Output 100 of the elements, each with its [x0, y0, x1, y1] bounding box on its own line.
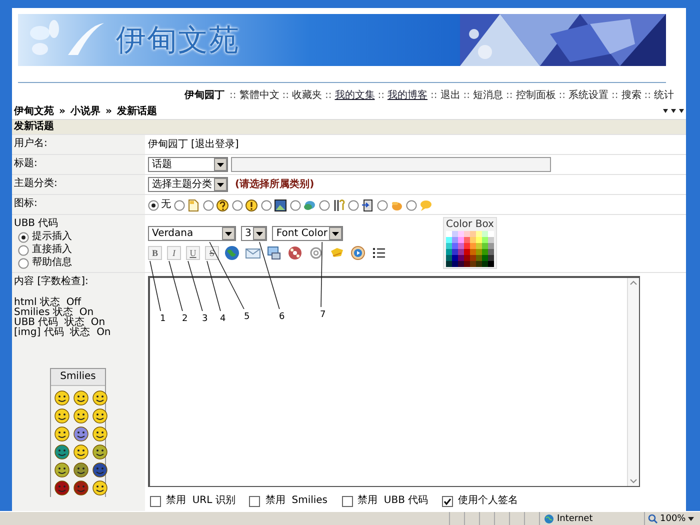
radio-button[interactable] — [18, 232, 29, 242]
status-line: [img] 代码 状态 On — [14, 328, 112, 338]
topic-select[interactable]: 话题 — [148, 157, 228, 172]
smiley-icon[interactable] — [73, 426, 89, 442]
breadcrumb-link[interactable]: 伊甸文苑 — [14, 106, 54, 118]
play-icon[interactable] — [350, 245, 366, 261]
radio-button[interactable] — [18, 244, 29, 256]
at-sign-icon[interactable] — [308, 245, 324, 261]
smiley-icon[interactable] — [73, 408, 89, 424]
smiley-icon[interactable] — [73, 462, 89, 478]
smiley-icon[interactable] — [73, 390, 89, 406]
radio-button[interactable] — [406, 200, 417, 210]
option-label: 禁用 UBB 代码 — [358, 495, 428, 507]
field-label: UBB 代码 — [14, 218, 58, 229]
nav-link[interactable]: 统计 — [654, 90, 674, 102]
smiley-icon[interactable] — [92, 390, 108, 406]
italic-button[interactable]: I — [167, 246, 181, 260]
separator: :: — [325, 90, 332, 102]
chat-icon — [303, 198, 316, 212]
nav-link[interactable]: 退出 — [440, 90, 460, 102]
smiley-icon[interactable] — [92, 426, 108, 442]
security-zone: Internet — [557, 514, 593, 524]
nav-link[interactable]: 控制面板 — [516, 90, 556, 102]
nav-link[interactable]: 我的文集 — [334, 90, 375, 102]
globe-icon[interactable] — [224, 245, 240, 261]
field-label: 内容 — [14, 276, 34, 287]
radio-button[interactable] — [174, 200, 185, 210]
separator: :: — [463, 90, 470, 102]
smiley-icon[interactable] — [92, 444, 108, 460]
zoom-icon[interactable] — [648, 514, 658, 524]
smiley-icon[interactable] — [54, 444, 70, 460]
field-label: 图标: — [14, 198, 38, 209]
smiley-icon[interactable] — [73, 444, 89, 460]
radio-button[interactable] — [232, 200, 243, 210]
nav-link[interactable]: 系统设置 — [568, 90, 608, 102]
smiley-icon[interactable] — [54, 480, 70, 496]
radio-button[interactable] — [377, 200, 388, 210]
status-line: UBB 代码 状态 On — [14, 318, 106, 328]
strike-button[interactable]: S — [205, 246, 219, 260]
field-label: 主题分类: — [14, 178, 58, 189]
option-label: 禁用 URL 识别 — [166, 495, 236, 507]
breadcrumb-separator: » — [105, 106, 112, 118]
caret-icon[interactable] — [688, 517, 694, 521]
radio-button[interactable] — [319, 200, 330, 210]
radio-button[interactable] — [18, 258, 29, 268]
site-logo-title: 伊甸文苑 — [116, 22, 240, 60]
zoom-level[interactable]: 100% — [660, 514, 686, 524]
leader-line — [320, 242, 323, 310]
image-icon — [274, 198, 287, 212]
document-icon — [361, 198, 374, 212]
smiley-icon[interactable] — [54, 408, 70, 424]
section-header: 发新话题 — [12, 119, 686, 134]
smiley-icon[interactable] — [92, 408, 108, 424]
breadcrumb-separator: » — [59, 106, 66, 118]
color-select[interactable]: Font Color — [272, 226, 344, 241]
breadcrumb-link[interactable]: 小说界 — [70, 106, 100, 118]
radio-button[interactable] — [148, 200, 159, 210]
scroll-down-icon[interactable] — [628, 476, 639, 486]
breadcrumb-current: 发新话题 — [116, 106, 157, 118]
size-select[interactable]: 3 — [241, 226, 268, 241]
radio-button[interactable] — [203, 200, 214, 210]
smiley-icon[interactable] — [92, 480, 108, 496]
reel-icon[interactable] — [287, 245, 303, 261]
font-select[interactable]: Verdana — [148, 226, 236, 241]
nav-link[interactable]: 短消息 — [473, 90, 503, 102]
word-count-link[interactable]: [字数检查]: — [37, 276, 88, 287]
smiley-icon[interactable] — [73, 480, 89, 496]
radio-button[interactable] — [290, 200, 301, 210]
checkbox[interactable] — [442, 496, 454, 506]
radio-button[interactable] — [348, 200, 359, 210]
message-textarea[interactable] — [148, 276, 640, 487]
underline-button[interactable]: U — [186, 246, 200, 260]
smiley-icon[interactable] — [92, 462, 108, 478]
category-select[interactable]: 选择主题分类 — [148, 177, 228, 192]
nav-link[interactable]: 收藏夹 — [292, 90, 322, 102]
list-icon[interactable] — [371, 245, 387, 261]
checkbox[interactable] — [249, 496, 260, 506]
bold-button[interactable]: B — [148, 246, 162, 260]
radio-button[interactable] — [261, 200, 272, 210]
smiley-icon[interactable] — [54, 426, 70, 442]
separator: :: — [282, 90, 289, 102]
exclamation-icon — [245, 198, 258, 212]
smiley-icon[interactable] — [54, 390, 70, 406]
logout-link[interactable]: [退出登录] — [191, 138, 239, 150]
collapse-arrows-icon[interactable] — [663, 109, 684, 115]
checkbox[interactable] — [342, 496, 353, 506]
computer-icon[interactable] — [266, 245, 282, 261]
color-palette[interactable] — [446, 231, 494, 267]
nav-link[interactable]: 搜索 — [621, 90, 642, 102]
option-label: 提示插入 — [32, 231, 72, 243]
option-label: 帮助信息 — [32, 257, 72, 269]
nav-link[interactable]: 繁體中文 — [239, 90, 280, 102]
nav-link[interactable]: 我的博客 — [388, 90, 428, 102]
title-input[interactable] — [231, 157, 551, 172]
checkbox[interactable] — [150, 496, 161, 506]
separator: :: — [558, 90, 566, 102]
globe-icon — [544, 514, 554, 524]
option-label: 使用个人签名 — [458, 495, 518, 507]
smiley-icon[interactable] — [54, 462, 70, 478]
username: 伊甸园丁 — [184, 90, 224, 102]
